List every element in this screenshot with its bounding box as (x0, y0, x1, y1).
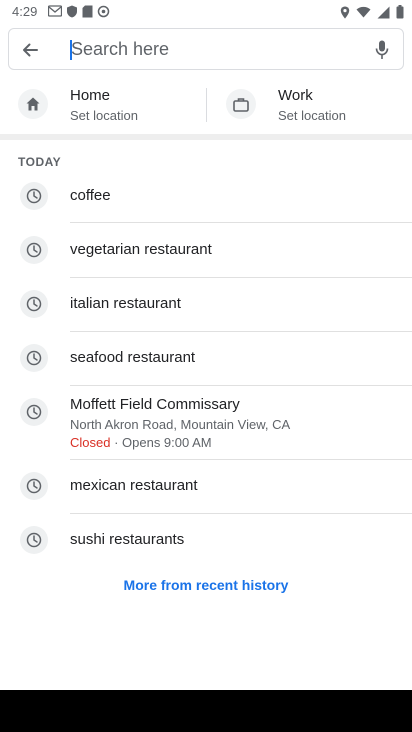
sd-card-icon (82, 5, 93, 18)
location-icon (340, 6, 350, 19)
gmail-icon (48, 5, 62, 18)
history-item-seafood-restaurant[interactable]: seafood restaurant (0, 332, 412, 385)
opening-hours: · Opens 9:00 AM (110, 435, 212, 450)
text-cursor (70, 40, 72, 60)
closed-status: Closed (70, 435, 111, 450)
history-item-sushi-restaurants[interactable]: sushi restaurants (0, 514, 412, 567)
history-clock-icon (20, 472, 48, 500)
history-item-mexican-restaurant[interactable]: mexican restaurant (0, 460, 412, 513)
home-icon (18, 89, 48, 119)
history-item-label: coffee (70, 187, 111, 204)
status-bar: 4:29 (0, 0, 412, 24)
history-item-label: italian restaurant (70, 295, 181, 312)
signal-icon (377, 6, 390, 19)
section-header-today: TODAY (18, 155, 62, 169)
home-subtitle: Set location (70, 108, 138, 123)
history-item-moffett-field-commissary[interactable]: Moffett Field Commissary North Akron Roa… (0, 386, 412, 459)
history-item-address: North Akron Road, Mountain View, CA (70, 417, 291, 432)
notification-icons (48, 5, 110, 18)
back-arrow-icon (23, 43, 38, 57)
system-icons (340, 5, 404, 19)
history-item-label: mexican restaurant (70, 477, 198, 494)
shortcut-divider (206, 88, 207, 122)
history-item-label: vegetarian restaurant (70, 241, 212, 258)
voice-search-button[interactable] (371, 39, 393, 61)
history-item-label: sushi restaurants (70, 531, 185, 548)
briefcase-icon (226, 89, 256, 119)
more-from-recent-history-link[interactable]: More from recent history (0, 577, 412, 593)
system-navigation-bar (0, 690, 412, 732)
history-item-label: seafood restaurant (70, 349, 196, 366)
history-item-label: Moffett Field Commissary (70, 396, 240, 413)
history-clock-icon (20, 526, 48, 554)
history-clock-icon (20, 236, 48, 264)
history-item-coffee[interactable]: coffee (0, 170, 412, 222)
history-item-italian-restaurant[interactable]: italian restaurant (0, 278, 412, 331)
search-bar (8, 28, 404, 70)
search-input[interactable] (69, 35, 361, 63)
status-time: 4:29 (12, 4, 38, 19)
microphone-icon (375, 40, 389, 59)
history-item-vegetarian-restaurant[interactable]: vegetarian restaurant (0, 223, 412, 277)
work-subtitle: Set location (278, 108, 346, 123)
work-title: Work (278, 87, 313, 104)
shield-icon (66, 5, 78, 18)
back-button[interactable] (17, 37, 43, 63)
history-item-status: Closed · Opens 9:00 AM (70, 435, 212, 450)
home-shortcut[interactable]: Home Set location (18, 76, 198, 132)
wifi-icon (356, 6, 371, 18)
history-clock-icon (20, 344, 48, 372)
history-clock-icon (20, 398, 48, 426)
battery-icon (396, 5, 404, 19)
history-clock-icon (20, 290, 48, 318)
section-divider (0, 134, 412, 140)
sync-icon (97, 5, 110, 18)
history-clock-icon (20, 182, 48, 210)
home-title: Home (70, 87, 111, 104)
work-shortcut[interactable]: Work Set location (226, 76, 406, 132)
